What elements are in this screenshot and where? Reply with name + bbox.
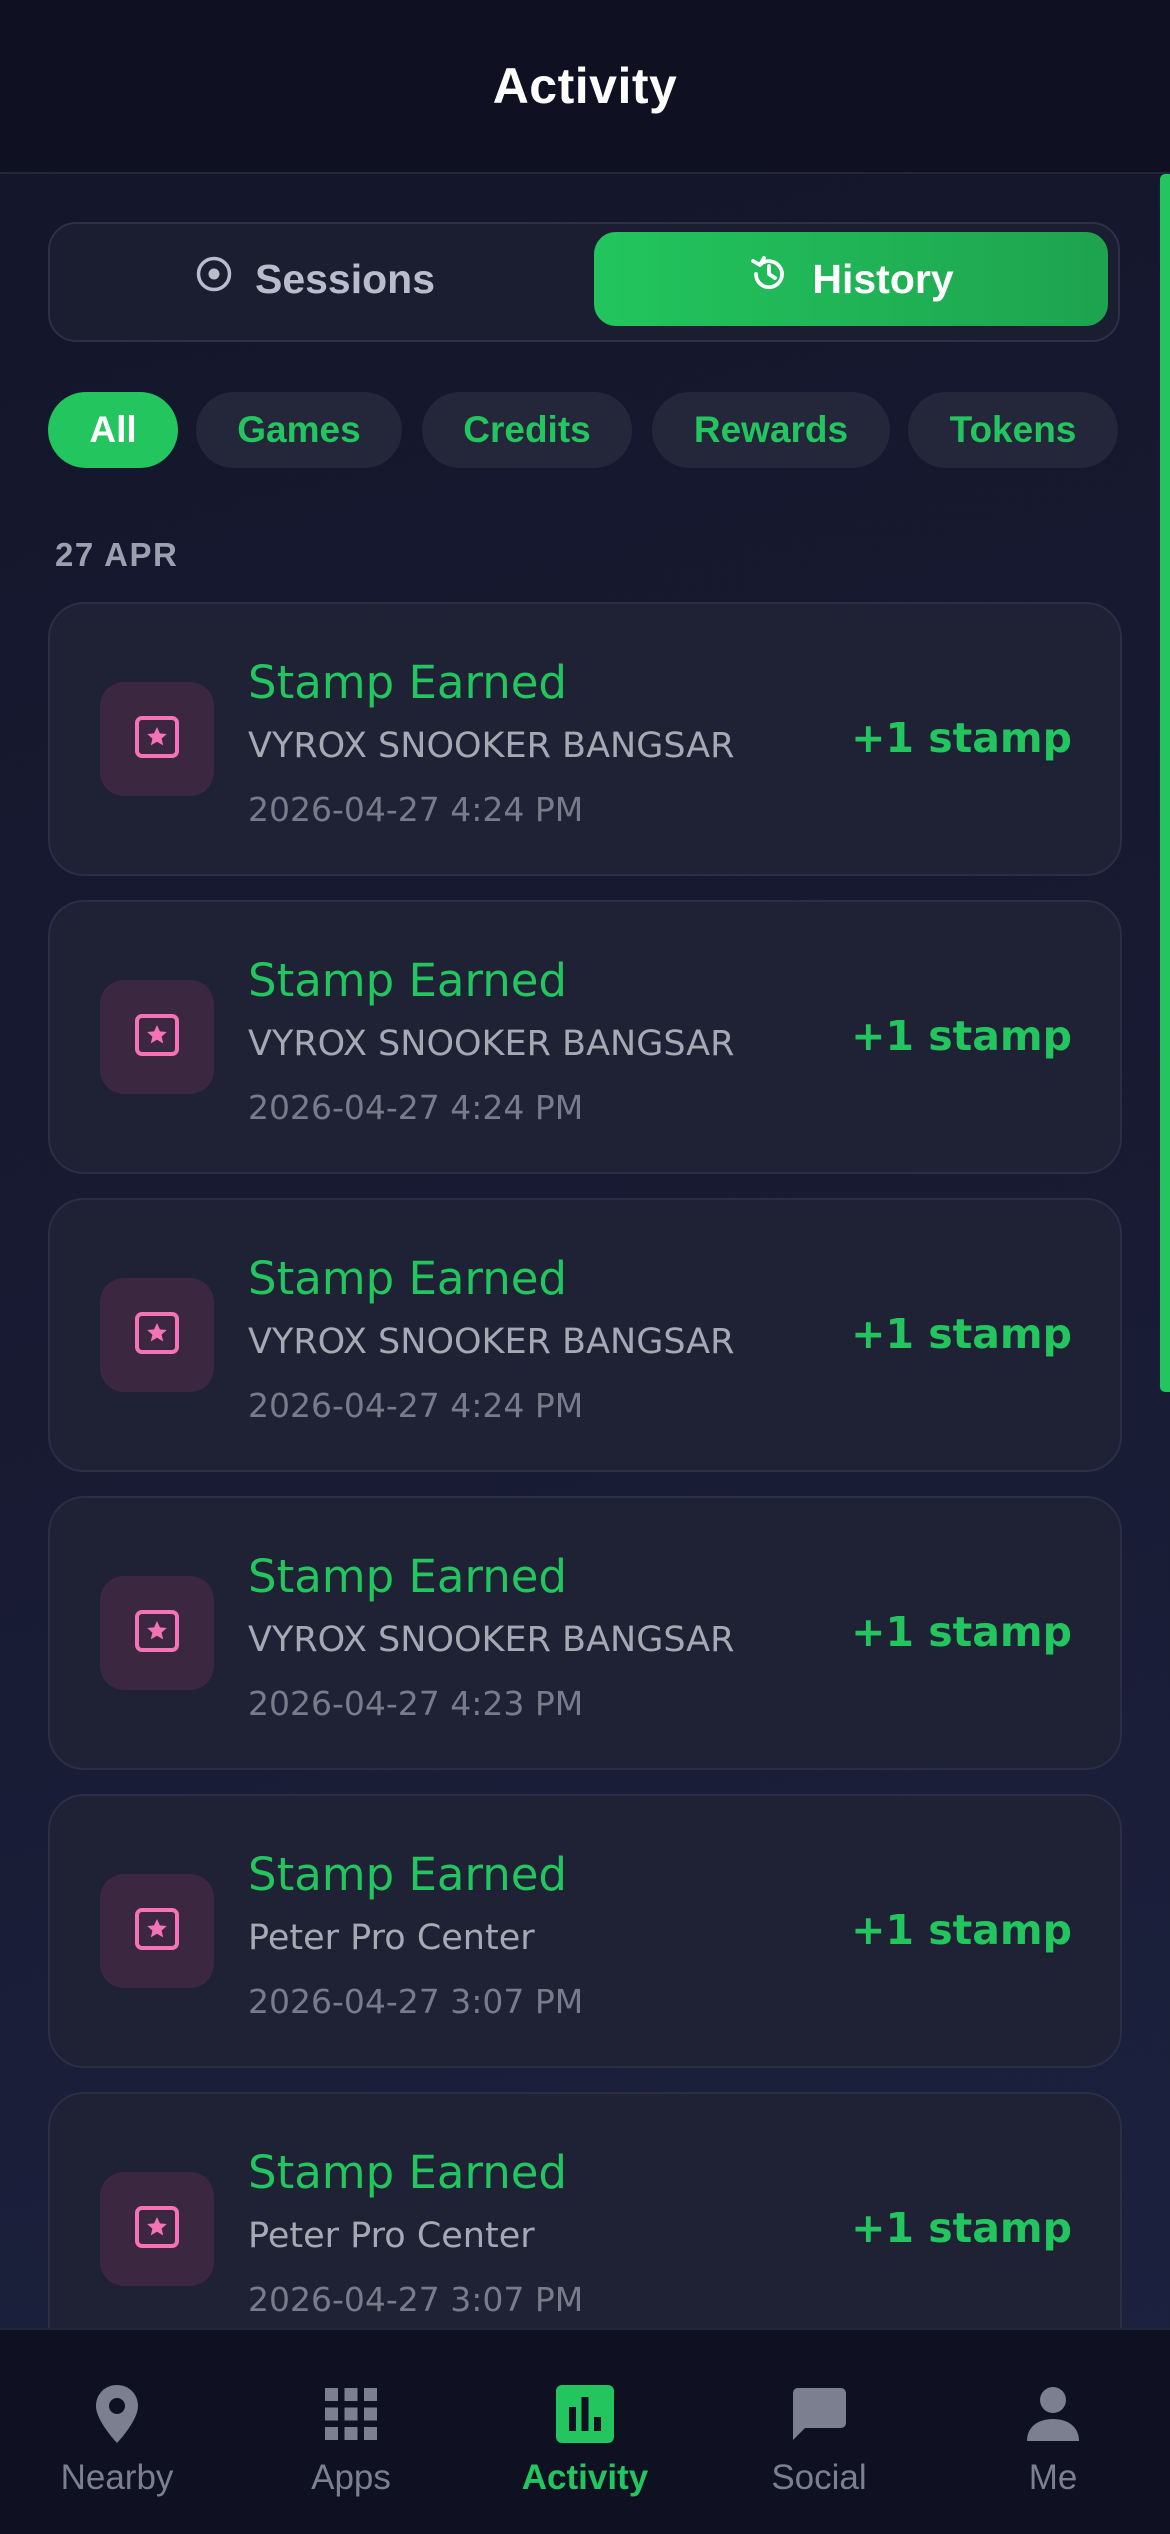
card-timestamp: 2026-04-27 4:24 PM	[248, 1088, 584, 1127]
filter-chip-all[interactable]: All	[48, 392, 178, 468]
filter-chip-tokens[interactable]: Tokens	[908, 392, 1118, 468]
filter-chip-rewards[interactable]: Rewards	[652, 392, 890, 468]
stamp-icon-box	[100, 2172, 214, 2286]
activity-card[interactable]: Stamp Earned VYROX SNOOKER BANGSAR 2026-…	[48, 1198, 1122, 1472]
stamp-icon-box	[100, 980, 214, 1094]
card-timestamp: 2026-04-27 3:07 PM	[248, 2280, 584, 2319]
filter-chip-games[interactable]: Games	[196, 392, 402, 468]
activity-card[interactable]: Stamp Earned Peter Pro Center 2026-04-27…	[48, 2092, 1122, 2366]
stamp-icon-box	[100, 1278, 214, 1392]
card-title: Stamp Earned	[248, 1252, 567, 1305]
card-amount: +1 stamp	[851, 2204, 1072, 2252]
history-icon	[748, 253, 790, 305]
date-group-label: 27 APR	[55, 536, 179, 573]
card-amount: +1 stamp	[851, 1608, 1072, 1656]
card-amount: +1 stamp	[851, 1310, 1072, 1358]
person-icon	[1021, 2382, 1085, 2446]
scrollbar[interactable]	[1160, 174, 1170, 1392]
card-venue: VYROX SNOOKER BANGSAR	[248, 1322, 735, 1362]
card-timestamp: 2026-04-27 4:24 PM	[248, 1386, 584, 1425]
filter-chips: All Games Credits Rewards Tokens	[48, 392, 1120, 468]
location-pin-icon	[85, 2382, 149, 2446]
activity-card[interactable]: Stamp Earned Peter Pro Center 2026-04-27…	[48, 1794, 1122, 2068]
page-title: Activity	[492, 58, 678, 114]
stamp-icon-box	[100, 1576, 214, 1690]
nav-label-me: Me	[1028, 2458, 1078, 2497]
card-title: Stamp Earned	[248, 2146, 567, 2199]
nav-label-social: Social	[771, 2458, 867, 2497]
nav-item-apps[interactable]: Apps	[234, 2330, 468, 2534]
card-timestamp: 2026-04-27 4:23 PM	[248, 1684, 584, 1723]
nav-label-apps: Apps	[311, 2458, 391, 2497]
card-title: Stamp Earned	[248, 1848, 567, 1901]
star-photo-icon	[132, 1010, 182, 1065]
bottom-navigation: Nearby Apps Activity Social Me	[0, 2328, 1170, 2534]
card-amount: +1 stamp	[851, 714, 1072, 762]
star-photo-icon	[132, 1606, 182, 1661]
chat-bubble-icon	[787, 2382, 851, 2446]
activity-card[interactable]: Stamp Earned VYROX SNOOKER BANGSAR 2026-…	[48, 1496, 1122, 1770]
star-photo-icon	[132, 1308, 182, 1363]
nav-item-social[interactable]: Social	[702, 2330, 936, 2534]
nav-label-activity: Activity	[521, 2458, 649, 2497]
card-venue: Peter Pro Center	[248, 2216, 535, 2256]
card-title: Stamp Earned	[248, 656, 567, 709]
activity-card[interactable]: Stamp Earned VYROX SNOOKER BANGSAR 2026-…	[48, 900, 1122, 1174]
tab-sessions-label: Sessions	[254, 255, 436, 302]
app-header: Activity	[0, 0, 1170, 174]
star-photo-icon	[132, 2202, 182, 2257]
view-segmented-control: Sessions History	[48, 222, 1120, 342]
star-photo-icon	[132, 712, 182, 767]
tab-history[interactable]: History	[594, 232, 1108, 326]
card-venue: VYROX SNOOKER BANGSAR	[248, 1620, 735, 1660]
card-venue: VYROX SNOOKER BANGSAR	[248, 1024, 735, 1064]
card-timestamp: 2026-04-27 3:07 PM	[248, 1982, 584, 2021]
stamp-icon-box	[100, 682, 214, 796]
filter-chip-credits[interactable]: Credits	[422, 392, 632, 468]
star-photo-icon	[132, 1904, 182, 1959]
card-timestamp: 2026-04-27 4:24 PM	[248, 790, 584, 829]
nav-item-nearby[interactable]: Nearby	[0, 2330, 234, 2534]
card-venue: VYROX SNOOKER BANGSAR	[248, 726, 735, 766]
card-amount: +1 stamp	[851, 1012, 1072, 1060]
card-amount: +1 stamp	[851, 1906, 1072, 1954]
apps-grid-icon	[319, 2382, 383, 2446]
nav-label-nearby: Nearby	[60, 2458, 174, 2497]
bar-chart-icon	[553, 2382, 617, 2446]
card-title: Stamp Earned	[248, 1550, 567, 1603]
target-icon	[195, 255, 233, 303]
activity-card[interactable]: Stamp Earned VYROX SNOOKER BANGSAR 2026-…	[48, 602, 1122, 876]
tab-history-label: History	[812, 255, 954, 302]
nav-item-activity[interactable]: Activity	[468, 2330, 702, 2534]
card-venue: Peter Pro Center	[248, 1918, 535, 1958]
nav-item-me[interactable]: Me	[936, 2330, 1170, 2534]
tab-sessions[interactable]: Sessions	[58, 232, 572, 326]
stamp-icon-box	[100, 1874, 214, 1988]
card-title: Stamp Earned	[248, 954, 567, 1007]
